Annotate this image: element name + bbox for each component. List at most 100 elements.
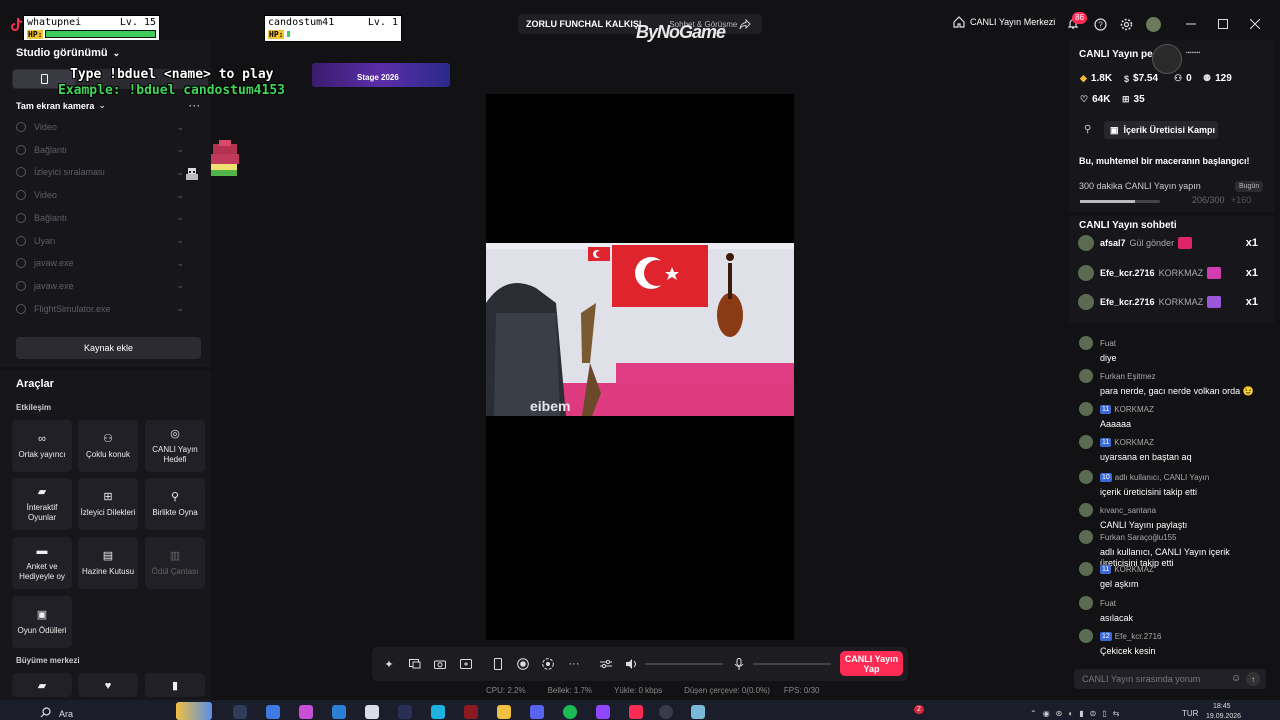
avatar[interactable] [1079,470,1093,484]
tool-treasure[interactable]: ▤ Hazine Kutusu [78,537,138,589]
add-scene-icon[interactable] [458,656,474,672]
settings-sliders-icon[interactable] [598,656,614,672]
task-view-icon[interactable] [233,705,247,719]
camera-icon[interactable] [432,656,448,672]
chat-username[interactable]: Furkan Saraçoğlu155 [1100,533,1177,542]
edge-icon[interactable] [431,705,445,719]
tool-bag[interactable]: ▥ Ödül Çantası [145,537,205,589]
more-icon[interactable]: ··· [566,656,582,672]
tool-link[interactable]: ∞ Ortak yayıncı [12,420,72,472]
chevron-down-icon[interactable]: ⌄ [176,190,184,201]
source-item[interactable]: Video ⌄ [16,116,184,138]
avatar[interactable] [1079,562,1093,576]
avatar[interactable] [1078,235,1094,251]
gear-icon[interactable] [1120,18,1133,31]
source-item[interactable]: FlightSimulator.exe ⌄ [16,298,184,320]
tool-gift[interactable]: ⊞ İzleyici Dilekleri [78,478,138,530]
speaker-icon[interactable] [624,656,640,672]
taskbar-search-label[interactable]: Ara [59,709,73,719]
chat-username[interactable]: Furkan Eşitmez [1100,372,1156,381]
avatar[interactable] [1079,629,1093,643]
twitch-icon[interactable] [596,705,610,719]
phone-layout-icon[interactable] [490,656,506,672]
studio-view-dropdown[interactable]: Studio görünümü ⌄ [16,47,120,59]
avatar[interactable] [1079,402,1093,416]
chevron-down-icon[interactable]: ⌄ [176,122,184,133]
source-item[interactable]: Bağlantı ⌄ [16,139,184,161]
source-item[interactable]: İzleyici sıralaması ⌄ [16,161,184,183]
tiktok-icon[interactable] [629,705,643,719]
tool-joystick[interactable]: ⚲ Birlikte Oyna [145,478,205,530]
start-apps-icon[interactable] [266,705,280,719]
avatar[interactable] [1079,369,1093,383]
screen-share-icon[interactable] [407,656,423,672]
chevron-down-icon[interactable]: ⌄ [176,235,184,246]
system-tray-icons[interactable]: ⌃◉⊛◐▮⊜▯⇆ [1030,709,1125,718]
gift-user[interactable]: Efe_kcr.2716 [1100,297,1155,307]
chat-username[interactable]: Efe_kcr.2716 [1115,632,1162,641]
chat-username[interactable]: kıvanc_santana [1100,506,1156,515]
minimize-button[interactable] [1181,14,1201,34]
growth-tool-1[interactable]: ▰ [12,673,72,697]
more-options-icon[interactable]: ··· [189,101,201,111]
chevron-down-icon[interactable]: ⌄ [176,280,184,291]
clock-time[interactable]: 18:45 [1213,703,1231,710]
avatar[interactable] [1079,530,1093,544]
speaker-volume-slider[interactable] [645,663,723,665]
obs-icon[interactable] [659,705,673,719]
add-source-button[interactable]: Kaynak ekle [16,337,201,359]
app-icon[interactable] [365,705,379,719]
tool-users[interactable]: ⚇ Çoklu konuk [78,420,138,472]
terminal-icon[interactable] [398,705,412,719]
source-item[interactable]: Video ⌄ [16,184,184,206]
share-icon[interactable] [739,18,751,30]
maximize-button[interactable] [1213,14,1233,34]
avatar[interactable] [1079,503,1093,517]
mail-icon[interactable] [332,705,346,719]
live-center-button[interactable]: CANLI Yayın Merkezi [953,16,1055,28]
camera-section[interactable]: Tam ekran kamera ⌄ ··· [16,100,201,111]
chat-username[interactable]: KORKMAZ [1114,405,1154,414]
magic-wand-icon[interactable]: ✦ [381,656,397,672]
microphone-icon[interactable] [731,656,747,672]
chat-username[interactable]: adlı kullanıcı, CANLI Yayın [1115,473,1209,482]
tool-reward[interactable]: ▣ Oyun Ödülleri [12,596,72,648]
app-icon-2[interactable] [691,705,705,719]
game-launcher-icon[interactable] [464,705,478,719]
folder-icon[interactable] [497,705,511,719]
avatar[interactable] [1078,264,1094,281]
source-item[interactable]: Uyarı ⌄ [16,230,184,252]
mic-volume-slider[interactable] [753,663,831,665]
search-icon[interactable] [40,707,51,718]
discord-icon[interactable] [530,705,544,719]
clock-date[interactable]: 19.09.2026 [1206,713,1241,720]
spotify-icon[interactable] [563,705,577,719]
chat-username[interactable]: Fuat [1100,339,1116,348]
chat-username[interactable]: KORKMAZ [1114,438,1154,447]
tool-target[interactable]: ◎ CANLI Yayın Hedefi [145,420,205,472]
growth-tool-2[interactable]: ♥ [78,673,138,697]
avatar[interactable] [1079,336,1093,350]
chevron-down-icon[interactable]: ⌄ [176,303,184,314]
chevron-down-icon[interactable]: ⌄ [176,212,184,223]
tool-poll[interactable]: ▬ Anket ve Hediyeyle oy [12,537,72,589]
go-live-button[interactable]: CANLI Yayın Yap [840,651,903,676]
creator-camp-button[interactable]: ▣ İçerik Üreticisi Kampı [1104,121,1218,139]
weather-widget-icon[interactable] [176,702,212,720]
record-icon[interactable] [515,656,531,672]
chevron-down-icon[interactable]: ⌄ [176,167,184,178]
growth-tool-3[interactable]: ▮ [145,673,205,697]
close-button[interactable] [1245,14,1265,34]
person-icon[interactable]: ⚲ [1084,124,1091,135]
gift-user[interactable]: Efe_kcr.2716 [1100,268,1155,278]
avatar[interactable] [1078,294,1094,310]
help-icon[interactable]: ? [1094,18,1107,31]
creator-avatar[interactable] [1152,44,1182,74]
chevron-down-icon[interactable]: ⌄ [176,258,184,269]
user-avatar[interactable] [1146,17,1161,32]
source-item[interactable]: javaw.exe ⌄ [16,252,184,274]
source-item[interactable]: javaw.exe ⌄ [16,275,184,297]
avatar[interactable] [1079,596,1093,610]
chat-username[interactable]: Fuat [1100,599,1116,608]
chevron-down-icon[interactable]: ⌄ [176,144,184,155]
